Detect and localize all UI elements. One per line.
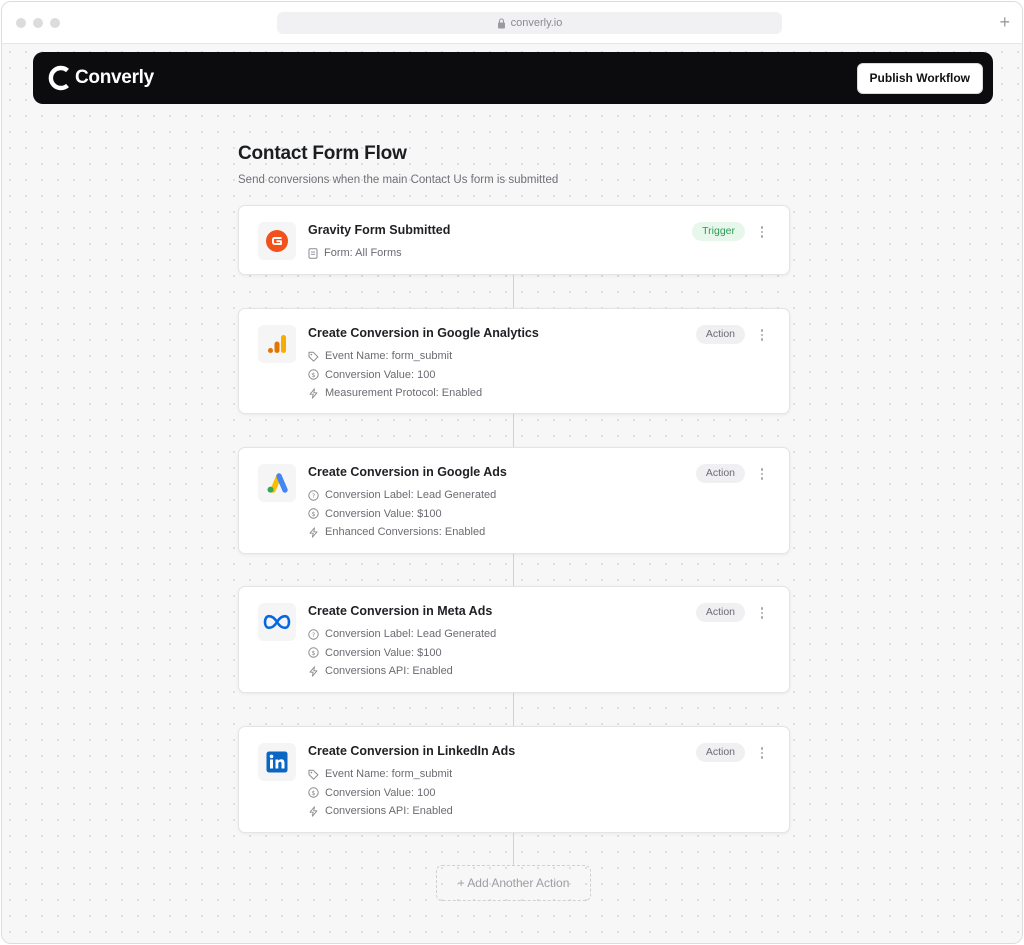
step-detail: $ Conversion Value: $100	[308, 505, 496, 524]
linkedin-icon	[266, 751, 288, 773]
browser-window: converly.io + Converly Publish Workflow …	[1, 1, 1023, 944]
step-title: Gravity Form Submitted	[308, 223, 451, 237]
action-badge: Action	[695, 743, 745, 762]
flow-header: Contact Form Flow Send conversions when …	[238, 143, 558, 186]
svg-text:?: ?	[312, 492, 315, 500]
google-analytics-icon	[268, 335, 286, 353]
app-header: Converly Publish Workflow	[33, 52, 993, 104]
new-tab-button[interactable]: +	[999, 12, 1010, 32]
step-detail: $ Conversion Value: 100	[308, 366, 482, 385]
trigger-badge: Trigger	[692, 222, 745, 241]
browser-chrome: converly.io +	[2, 2, 1022, 44]
help-circle-icon: ?	[308, 629, 319, 640]
step-title: Create Conversion in LinkedIn Ads	[308, 744, 516, 758]
tag-icon	[308, 351, 319, 362]
minimize-window-dot[interactable]	[33, 18, 43, 28]
workflow-step-trigger[interactable]: Gravity Form Submitted Form: All Forms T…	[238, 205, 790, 275]
brand[interactable]: Converly	[47, 65, 154, 91]
step-connector	[513, 554, 514, 586]
flow-subtitle: Send conversions when the main Contact U…	[238, 174, 559, 186]
workflow-canvas: Converly Publish Workflow Contact Form F…	[2, 44, 1022, 943]
svg-text:$: $	[311, 789, 315, 797]
step-detail: ? Conversion Label: Lead Generated	[308, 625, 496, 644]
step-detail: Event Name: form_submit	[308, 347, 482, 366]
brand-name: Converly	[75, 67, 154, 88]
step-detail: $ Conversion Value: 100	[308, 784, 453, 803]
step-detail: Form: All Forms	[308, 244, 402, 263]
add-another-action-button[interactable]: + Add Another Action	[436, 865, 591, 901]
more-options-icon[interactable]	[757, 466, 767, 482]
address-bar[interactable]: converly.io	[277, 12, 782, 34]
svg-text:$: $	[311, 371, 315, 379]
action-badge: Action	[695, 325, 745, 344]
step-details: ? Conversion Label: Lead Generated $ Con…	[308, 486, 496, 542]
dollar-circle-icon: $	[308, 369, 319, 380]
svg-text:?: ?	[312, 631, 315, 639]
step-detail: ? Conversion Label: Lead Generated	[308, 486, 496, 505]
step-detail: Enhanced Conversions: Enabled	[308, 523, 496, 542]
publish-workflow-button[interactable]: Publish Workflow	[856, 62, 983, 94]
maximize-window-dot[interactable]	[50, 18, 60, 28]
step-detail: Conversions API: Enabled	[308, 662, 496, 681]
workflow-step-google-ads[interactable]: Create Conversion in Google Ads ? Conver…	[238, 447, 790, 554]
linkedin-logo	[258, 743, 296, 781]
google-ads-icon	[267, 473, 288, 493]
step-details: Event Name: form_submit $ Conversion Val…	[308, 347, 482, 403]
bolt-icon	[309, 388, 318, 399]
more-options-icon[interactable]	[757, 224, 767, 240]
step-title: Create Conversion in Google Analytics	[308, 326, 539, 340]
gravity-forms-logo	[258, 222, 296, 260]
step-details: Event Name: form_submit $ Conversion Val…	[308, 765, 453, 821]
google-ads-logo	[258, 464, 296, 502]
action-badge: Action	[695, 603, 745, 622]
google-analytics-logo	[258, 325, 296, 363]
step-title: Create Conversion in Meta Ads	[308, 604, 493, 618]
meta-logo	[258, 603, 296, 641]
svg-text:$: $	[311, 510, 315, 518]
lock-icon	[497, 17, 505, 28]
help-circle-icon: ?	[308, 490, 319, 501]
step-detail: Conversions API: Enabled	[308, 802, 453, 821]
converly-logo-icon	[48, 65, 69, 91]
dollar-circle-icon: $	[308, 647, 319, 658]
step-details: Form: All Forms	[308, 244, 402, 263]
gravity-forms-icon	[266, 230, 288, 252]
more-options-icon[interactable]	[757, 327, 767, 343]
step-detail: Event Name: form_submit	[308, 765, 453, 784]
url-text: converly.io	[510, 17, 563, 29]
step-connector	[513, 833, 514, 865]
step-connector	[513, 693, 514, 726]
workflow-step-google-analytics[interactable]: Create Conversion in Google Analytics Ev…	[238, 308, 790, 414]
document-icon	[308, 248, 318, 259]
svg-text:$: $	[311, 649, 315, 657]
flow-title: Contact Form Flow	[238, 143, 407, 164]
step-title: Create Conversion in Google Ads	[308, 465, 507, 479]
action-badge: Action	[695, 464, 745, 483]
bolt-icon	[309, 806, 318, 817]
step-detail: $ Conversion Value: $100	[308, 644, 496, 663]
bolt-icon	[309, 666, 318, 677]
more-options-icon[interactable]	[757, 745, 767, 761]
dollar-circle-icon: $	[308, 787, 319, 798]
workflow-step-meta-ads[interactable]: Create Conversion in Meta Ads ? Conversi…	[238, 586, 790, 693]
dollar-circle-icon: $	[308, 508, 319, 519]
window-controls	[16, 18, 60, 28]
workflow-step-linkedin-ads[interactable]: Create Conversion in LinkedIn Ads Event …	[238, 726, 790, 833]
more-options-icon[interactable]	[757, 605, 767, 621]
close-window-dot[interactable]	[16, 18, 26, 28]
step-connector	[513, 414, 514, 447]
step-detail: Measurement Protocol: Enabled	[308, 384, 482, 403]
meta-icon	[263, 614, 291, 630]
step-details: ? Conversion Label: Lead Generated $ Con…	[308, 625, 496, 681]
step-connector	[513, 275, 514, 308]
bolt-icon	[309, 527, 318, 538]
tag-icon	[308, 769, 319, 780]
